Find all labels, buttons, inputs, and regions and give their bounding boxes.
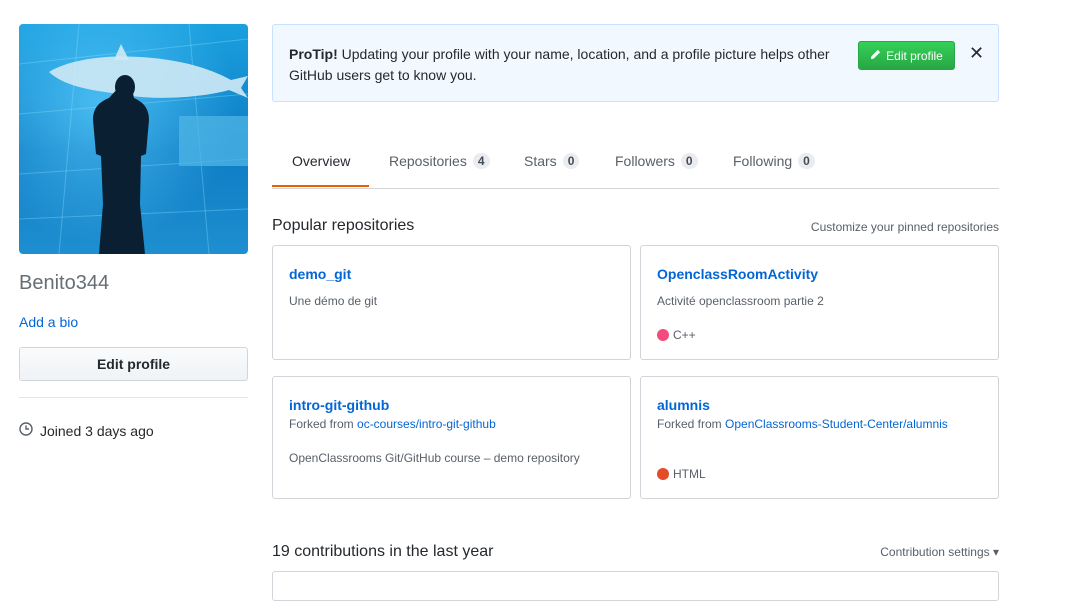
contribution-settings-dropdown[interactable]: Contribution settings ▾: [880, 545, 999, 559]
protip-label: ProTip!: [289, 46, 338, 62]
protip-text: ProTip! Updating your profile with your …: [289, 44, 849, 86]
tab-counter: 0: [680, 153, 698, 169]
repo-name-link[interactable]: intro-git-github: [289, 397, 389, 413]
language-color-dot: [657, 468, 669, 480]
popular-repos-title: Popular repositories: [272, 217, 415, 234]
repo-language: HTML: [657, 467, 706, 481]
tab-counter: 0: [798, 153, 815, 169]
repo-forked-from: Forked from OpenClassrooms-Student-Cente…: [657, 417, 948, 431]
tab-overview[interactable]: Overview: [292, 134, 350, 188]
tab-active-indicator: [272, 185, 369, 187]
tab-label: Overview: [292, 152, 351, 169]
language-name: HTML: [673, 467, 706, 481]
edit-profile-button[interactable]: Edit profile: [19, 347, 248, 381]
pencil-icon: [870, 49, 881, 63]
sidebar-divider: [19, 397, 248, 398]
language-color-dot: [657, 329, 669, 341]
repo-description: OpenClassrooms Git/GitHub course – demo …: [289, 451, 580, 465]
tab-counter: 0: [562, 153, 580, 169]
forked-prefix: Forked from: [657, 417, 726, 431]
tab-label: Repositories: [389, 152, 467, 169]
joined-info: Joined 3 days ago: [19, 422, 154, 439]
repo-name-link[interactable]: demo_git: [289, 266, 351, 282]
tab-counter: 4: [472, 153, 490, 169]
tab-label: Stars: [524, 152, 557, 169]
protip-edit-profile-button[interactable]: Edit profile: [858, 41, 955, 70]
contributions-title: 19 contributions in the last year: [272, 543, 494, 560]
forked-source-link[interactable]: oc-courses/intro-git-github: [357, 417, 496, 431]
profile-tabs: Overview Repositories 4 Stars 0 Follower…: [272, 134, 999, 189]
clock-icon: [19, 422, 33, 439]
username: Benito344: [19, 272, 110, 294]
repo-description: Une démo de git: [289, 294, 378, 308]
repo-forked-from: Forked from oc-courses/intro-git-github: [289, 417, 496, 431]
tabs-divider: [272, 188, 999, 189]
repo-language: C++: [657, 328, 696, 342]
tab-stars[interactable]: Stars 0: [524, 134, 580, 188]
joined-text: Joined 3 days ago: [40, 422, 154, 439]
avatar[interactable]: [19, 24, 248, 254]
repo-card: demo_git Une démo de git: [272, 245, 631, 360]
tab-label: Followers: [615, 152, 675, 169]
tab-followers[interactable]: Followers 0: [615, 134, 698, 188]
forked-prefix: Forked from: [289, 417, 358, 431]
close-icon[interactable]: ✕: [969, 41, 984, 65]
repo-description: Activité openclassroom partie 2: [657, 294, 824, 308]
tab-label: Following: [733, 152, 793, 169]
add-bio-link[interactable]: Add a bio: [19, 314, 78, 330]
protip-message: Updating your profile with your name, lo…: [289, 46, 830, 83]
forked-source-link[interactable]: OpenClassrooms-Student-Center/alumnis: [725, 417, 948, 431]
customize-pinned-link[interactable]: Customize your pinned repositories: [811, 220, 999, 234]
repo-card: intro-git-github Forked from oc-courses/…: [272, 376, 631, 499]
tab-repositories[interactable]: Repositories 4: [389, 134, 490, 188]
repo-name-link[interactable]: OpenclassRoomActivity: [657, 266, 818, 282]
contribution-graph: [272, 571, 999, 601]
protip-edit-profile-label: Edit profile: [886, 48, 943, 63]
protip-banner: ProTip! Updating your profile with your …: [272, 24, 999, 102]
repo-name-link[interactable]: alumnis: [657, 397, 710, 413]
repo-card: OpenclassRoomActivity Activité openclass…: [640, 245, 999, 360]
repo-card: alumnis Forked from OpenClassrooms-Stude…: [640, 376, 999, 499]
language-name: C++: [673, 328, 696, 342]
tab-following[interactable]: Following 0: [733, 134, 815, 188]
